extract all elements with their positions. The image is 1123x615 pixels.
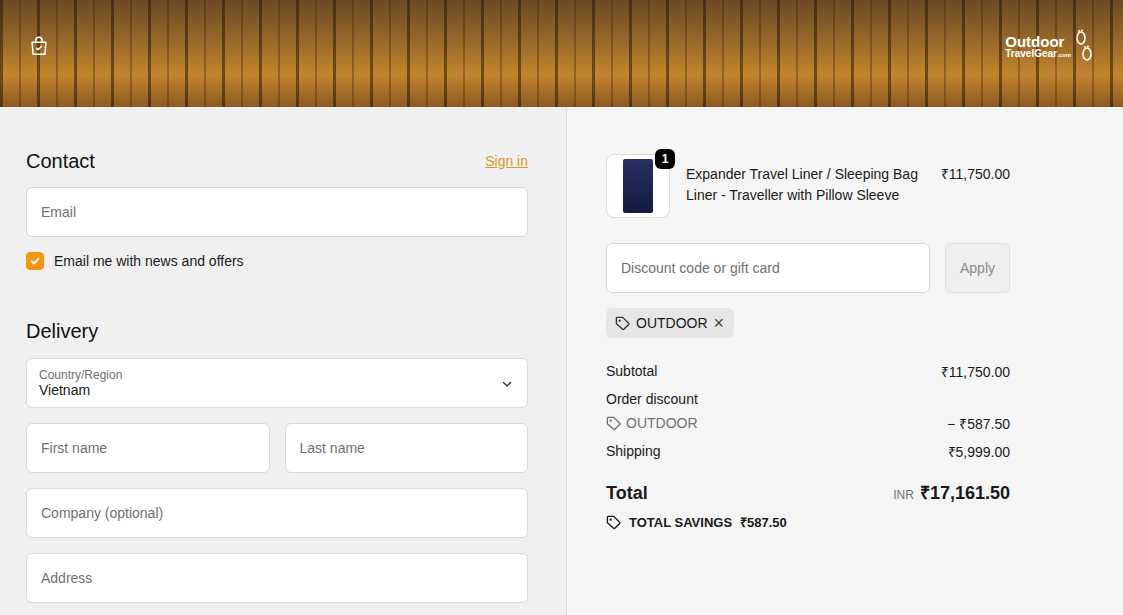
order-summary: 1 Expander Travel Liner / Sleeping Bag Li…	[567, 107, 1123, 615]
tag-icon	[606, 515, 621, 530]
order-discount-detail: OUTDOOR − ₹587.50	[606, 413, 1010, 433]
total-amount: INR ₹17,161.50	[893, 480, 1010, 504]
address-input[interactable]	[39, 439, 257, 457]
field-row	[26, 423, 528, 473]
order-discount-code: OUTDOOR	[606, 415, 698, 431]
delivery-title: Delivery	[26, 319, 528, 343]
email-input[interactable]	[39, 203, 515, 221]
logo-line1: Outdoor	[1005, 34, 1071, 49]
address-field[interactable]	[285, 423, 529, 473]
total-savings: TOTAL SAVINGS ₹587.50	[606, 512, 1010, 532]
country-label: Country/Region	[39, 368, 487, 382]
address-input[interactable]	[39, 504, 515, 522]
total-label: Total	[606, 483, 648, 504]
order-discount-value: − ₹587.50	[947, 414, 1010, 433]
address-field[interactable]	[26, 423, 270, 473]
email-field[interactable]	[26, 187, 528, 237]
discount-code: OUTDOOR	[636, 315, 708, 331]
applied-codes: OUTDOOR ×	[606, 308, 1010, 338]
logo-name: TravelGear	[1005, 49, 1057, 59]
discount-input[interactable]	[619, 259, 917, 277]
country-select[interactable]: Country/RegionVietnam	[26, 358, 528, 408]
field-row	[26, 553, 528, 603]
subtotal-row: Subtotal ₹11,750.00	[606, 361, 1010, 381]
order-discount-label: Order discount	[606, 391, 698, 407]
shipping-row: Shipping ₹5,999.00	[606, 441, 1010, 461]
newsletter-checkbox[interactable]	[26, 252, 44, 270]
subtotal-value: ₹11,750.00	[941, 362, 1010, 381]
shipping-value: ₹5,999.00	[948, 442, 1011, 461]
savings-label: TOTAL SAVINGS	[629, 515, 732, 530]
contact-title: Contact	[26, 149, 95, 173]
chevron-down-icon	[501, 378, 513, 390]
total-currency: INR	[893, 488, 914, 502]
store-logo[interactable]: OutdoorTravelGear.com	[1005, 29, 1095, 65]
contact-header: Contact Sign in	[26, 149, 528, 173]
remove-discount-button[interactable]: ×	[714, 314, 725, 332]
discount-row: Apply	[606, 243, 1010, 293]
order-discount-code-text: OUTDOOR	[626, 415, 698, 431]
checkmark-icon	[29, 255, 41, 267]
newsletter-label: Email me with news and offers	[54, 253, 244, 269]
product-thumbnail: 1	[606, 154, 670, 218]
subtotal-label: Subtotal	[606, 363, 657, 379]
discount-field[interactable]	[606, 243, 930, 293]
checkout-main: Contact Sign in Email me with news and off…	[0, 107, 1123, 615]
country-value: Vietnam	[39, 382, 487, 399]
product-price: ₹11,750.00	[941, 154, 1010, 185]
product-title: Expander Travel Liner / Sleeping Bag Lin…	[686, 154, 925, 206]
order-discount-row: Order discount	[606, 389, 1010, 409]
checkout-form: Contact Sign in Email me with news and off…	[0, 107, 567, 615]
total-row: Total INR ₹17,161.50	[606, 480, 1010, 506]
savings-amount: ₹587.50	[740, 513, 787, 531]
logo-text: OutdoorTravelGear.com	[1005, 34, 1071, 59]
shopping-bag-icon	[28, 35, 50, 57]
address-input[interactable]	[298, 439, 516, 457]
footprints-icon	[1073, 29, 1095, 65]
logo-line2: TravelGear.com	[1005, 49, 1071, 59]
quantity-badge: 1	[655, 149, 675, 169]
product-image	[623, 159, 653, 213]
total-value: ₹17,161.50	[920, 480, 1010, 504]
address-field[interactable]	[26, 488, 528, 538]
newsletter-row[interactable]: Email me with news and offers	[26, 251, 528, 271]
address-input[interactable]	[39, 569, 515, 587]
address-field[interactable]	[26, 553, 528, 603]
header-banner: OutdoorTravelGear.com	[0, 0, 1123, 107]
field-row	[26, 488, 528, 538]
tag-icon	[606, 416, 621, 431]
cart-item: 1 Expander Travel Liner / Sleeping Bag Li…	[606, 154, 1010, 218]
sign-in-link[interactable]: Sign in	[485, 153, 528, 169]
discount-chip: OUTDOOR ×	[606, 308, 734, 338]
apply-button[interactable]: Apply	[945, 243, 1010, 293]
shipping-label: Shipping	[606, 443, 661, 459]
tag-icon	[615, 316, 630, 331]
logo-suffix: .com	[1057, 52, 1071, 58]
